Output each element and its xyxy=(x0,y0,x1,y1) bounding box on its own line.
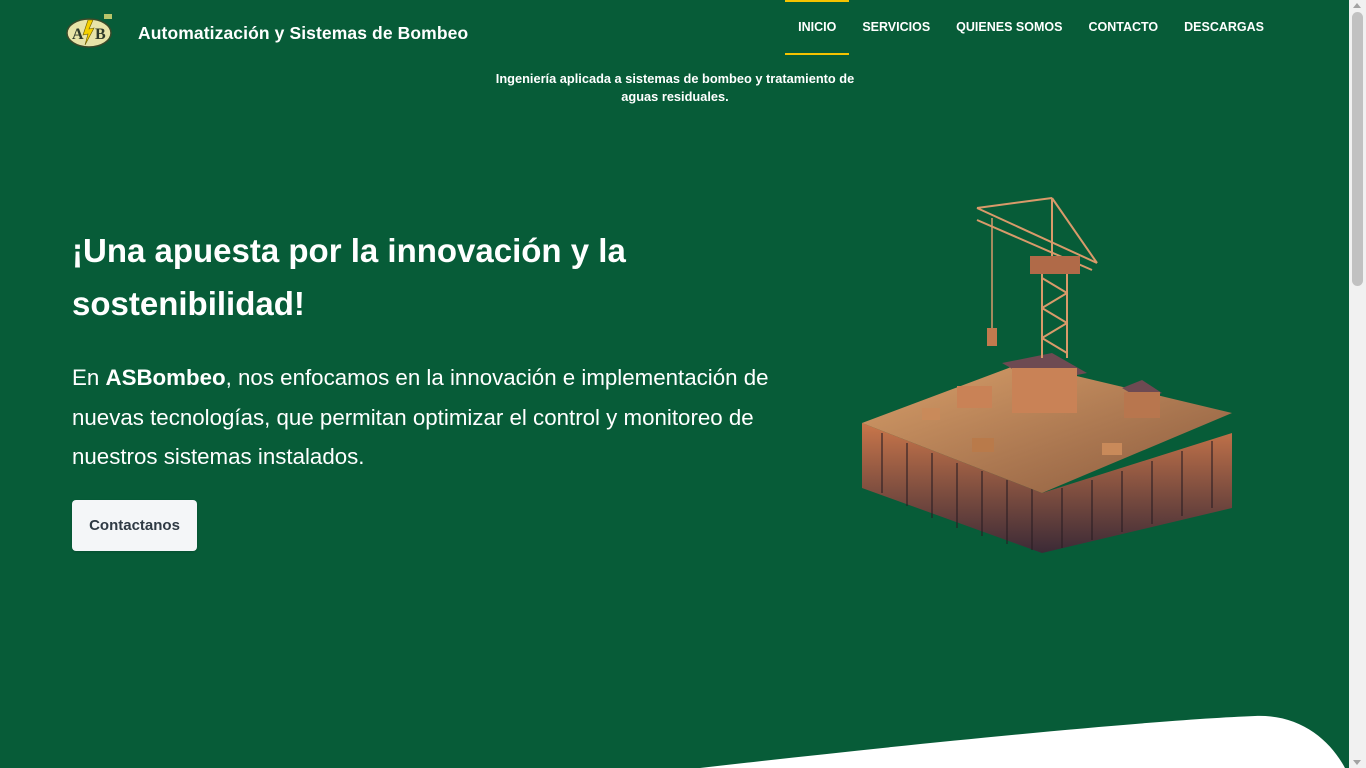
asb-logo-icon: A B xyxy=(66,14,112,48)
hero-title: ¡Una apuesta por la innovación y la sost… xyxy=(72,232,626,322)
nav-item-contacto[interactable]: CONTACTO xyxy=(1075,0,1171,55)
crane-platform-illustration xyxy=(862,197,1232,553)
nav-item-quienes-somos[interactable]: QUIENES SOMOS xyxy=(943,0,1075,55)
hero-text: En ASBombeo, nos enfocamos en la innovac… xyxy=(72,358,802,477)
svg-text:B: B xyxy=(95,26,106,43)
svg-text:A: A xyxy=(72,26,84,43)
nav-item-inicio[interactable]: INICIO xyxy=(785,0,850,55)
nav-item-servicios[interactable]: SERVICIOS xyxy=(849,0,943,55)
scroll-down-arrow-icon[interactable] xyxy=(1353,760,1361,765)
tagline: Ingeniería aplicada a sistemas de bombeo… xyxy=(495,71,855,104)
page: A B Automatización y Sistemas de Bombeo … xyxy=(0,0,1366,768)
nav-item-descargas[interactable]: DESCARGAS xyxy=(1171,0,1277,55)
main-nav: INICIO SERVICIOS QUIENES SOMOS CONTACTO … xyxy=(785,0,1277,55)
brand-name: Automatización y Sistemas de Bombeo xyxy=(138,23,469,43)
brand[interactable]: A B Automatización y Sistemas de Bombeo xyxy=(66,14,468,48)
contact-button[interactable]: Contactanos xyxy=(72,500,197,551)
scroll-thumb[interactable] xyxy=(1352,12,1363,286)
scrollbar[interactable] xyxy=(1349,0,1366,768)
hero-text-prefix: En xyxy=(72,365,106,390)
hero-text-brand: ASBombeo xyxy=(105,365,226,390)
scroll-up-arrow-icon[interactable] xyxy=(1353,3,1361,8)
bottom-wave-divider xyxy=(700,715,1345,768)
